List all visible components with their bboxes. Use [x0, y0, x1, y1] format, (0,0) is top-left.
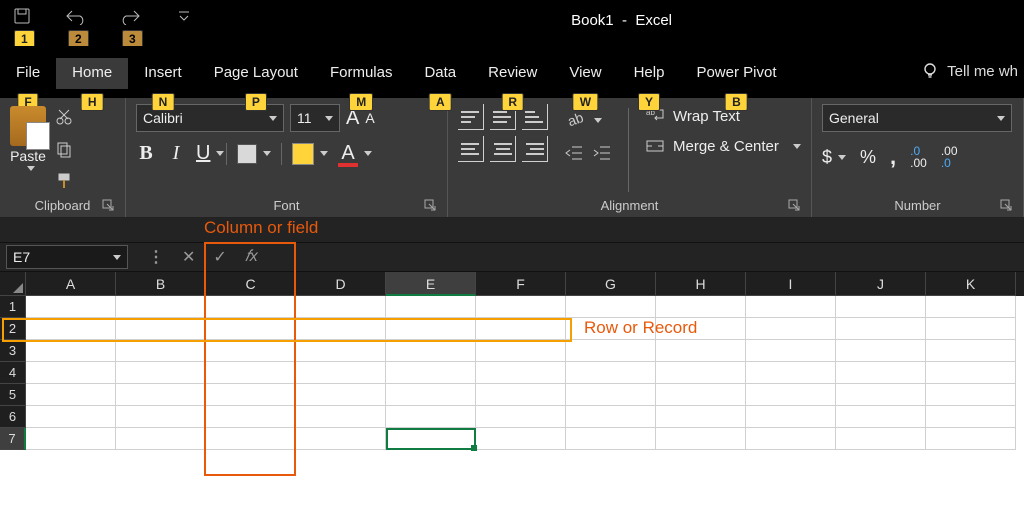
- number-format-select[interactable]: General: [822, 104, 1012, 132]
- row-header[interactable]: 4: [0, 362, 26, 384]
- tab-file[interactable]: FileF: [0, 58, 56, 89]
- percent-button[interactable]: %: [860, 147, 876, 168]
- annotation-strip: Column or field: [0, 218, 1024, 242]
- merge-center-button[interactable]: Merge & Center: [645, 136, 801, 156]
- row-annotation: Row or Record: [584, 318, 697, 338]
- tab-help[interactable]: HelpY: [618, 58, 681, 89]
- row-header[interactable]: 2: [0, 318, 26, 340]
- tell-me[interactable]: Tell me wh: [921, 62, 1018, 80]
- qat-redo[interactable]: 3: [118, 4, 142, 28]
- fill-color-button[interactable]: [292, 143, 328, 165]
- dialog-launcher[interactable]: [999, 199, 1013, 213]
- decrease-indent-button[interactable]: [564, 144, 584, 167]
- italic-button[interactable]: I: [166, 142, 186, 165]
- increase-indent-button[interactable]: [592, 144, 612, 167]
- cancel-icon[interactable]: ✕: [182, 247, 195, 267]
- bold-button[interactable]: B: [136, 142, 156, 165]
- ribbon-tabs: FileF HomeH InsertN Page LayoutP Formula…: [0, 46, 1024, 98]
- col-header[interactable]: G: [566, 272, 656, 296]
- col-header[interactable]: D: [296, 272, 386, 296]
- format-painter-button[interactable]: [52, 170, 76, 192]
- comma-button[interactable]: ,: [890, 144, 896, 170]
- tab-page-layout[interactable]: Page LayoutP: [198, 58, 314, 89]
- tab-insert[interactable]: InsertN: [128, 58, 198, 89]
- align-right[interactable]: [522, 136, 548, 162]
- align-center[interactable]: [490, 136, 516, 162]
- fx-icon[interactable]: 𝑓x: [245, 248, 258, 266]
- tab-data[interactable]: DataA: [408, 58, 472, 89]
- wrap-text-button[interactable]: ab Wrap Text: [645, 106, 801, 126]
- row-headers: 1 2 3 4 5 6 7: [0, 296, 26, 450]
- col-header[interactable]: F: [476, 272, 566, 296]
- enter-icon[interactable]: ✓: [213, 247, 226, 267]
- formula-input[interactable]: [272, 245, 1024, 269]
- group-font: Calibri 11 A A B I U A Font: [126, 98, 448, 217]
- tab-home[interactable]: HomeH: [56, 58, 128, 89]
- col-header[interactable]: H: [656, 272, 746, 296]
- currency-button[interactable]: $: [822, 147, 846, 168]
- align-buttons: [458, 104, 548, 162]
- row-header[interactable]: 5: [0, 384, 26, 406]
- lightbulb-icon: [921, 62, 939, 80]
- paste-button[interactable]: Paste: [10, 104, 46, 196]
- group-alignment: ab ab Wrap Text Merge & Center Alignment: [448, 98, 812, 217]
- col-header[interactable]: B: [116, 272, 206, 296]
- row-header[interactable]: 3: [0, 340, 26, 362]
- tab-power-pivot[interactable]: Power PivotB: [680, 58, 792, 89]
- col-header[interactable]: A: [26, 272, 116, 296]
- col-header[interactable]: E: [386, 272, 476, 296]
- font-color-button[interactable]: A: [338, 142, 372, 165]
- orientation-button[interactable]: ab: [564, 108, 612, 132]
- ribbon: Paste Clipboard Calibri 11 A A B I: [0, 98, 1024, 218]
- formula-bar: E7 ⋮ ✕ ✓ 𝑓x: [0, 242, 1024, 272]
- align-left[interactable]: [458, 136, 484, 162]
- font-size-select[interactable]: 11: [290, 104, 340, 132]
- worksheet-grid[interactable]: A B C D E F G H I J K 1 2 3 4 5 6 7: [0, 272, 1024, 506]
- svg-text:ab: ab: [565, 109, 585, 129]
- quick-access-toolbar: 1 2 3: [0, 0, 206, 28]
- dialog-launcher[interactable]: [101, 199, 115, 213]
- row-header[interactable]: 1: [0, 296, 26, 318]
- col-header[interactable]: I: [746, 272, 836, 296]
- row-header[interactable]: 6: [0, 406, 26, 428]
- paste-icon: [10, 106, 46, 146]
- tab-view[interactable]: ViewW: [553, 58, 617, 89]
- col-header[interactable]: C: [206, 272, 296, 296]
- decrease-decimal-button[interactable]: .00.0: [941, 145, 958, 169]
- dialog-launcher[interactable]: [423, 199, 437, 213]
- tab-review[interactable]: ReviewR: [472, 58, 553, 89]
- chevron-down-icon: [27, 166, 35, 171]
- group-number: General $ % , .0.00 .00.0 Number: [812, 98, 1024, 217]
- cut-button[interactable]: [52, 106, 76, 128]
- align-bottom[interactable]: [522, 104, 548, 130]
- align-top[interactable]: [458, 104, 484, 130]
- copy-button[interactable]: [52, 138, 76, 160]
- qat-undo[interactable]: 2: [64, 4, 88, 28]
- name-box[interactable]: E7: [6, 245, 128, 269]
- window-title: Book1 - Excel: [312, 12, 712, 29]
- increase-decimal-button[interactable]: .0.00: [910, 145, 927, 169]
- select-all-corner[interactable]: [0, 272, 26, 296]
- dialog-launcher[interactable]: [787, 199, 801, 213]
- row-header[interactable]: 7: [0, 428, 26, 450]
- col-header[interactable]: J: [836, 272, 926, 296]
- underline-button[interactable]: U: [196, 142, 216, 165]
- title-bar: 1 2 3 Book1 - Excel: [0, 0, 1024, 46]
- col-header[interactable]: K: [926, 272, 1016, 296]
- group-clipboard: Paste Clipboard: [0, 98, 126, 217]
- qat-save[interactable]: 1: [10, 4, 34, 28]
- shrink-font-button[interactable]: A: [365, 110, 374, 126]
- column-headers: A B C D E F G H I J K: [0, 272, 1024, 296]
- column-annotation: Column or field: [204, 218, 318, 238]
- qat-customize[interactable]: [172, 4, 196, 28]
- tab-formulas[interactable]: FormulasM: [314, 58, 409, 89]
- borders-button[interactable]: [237, 144, 271, 164]
